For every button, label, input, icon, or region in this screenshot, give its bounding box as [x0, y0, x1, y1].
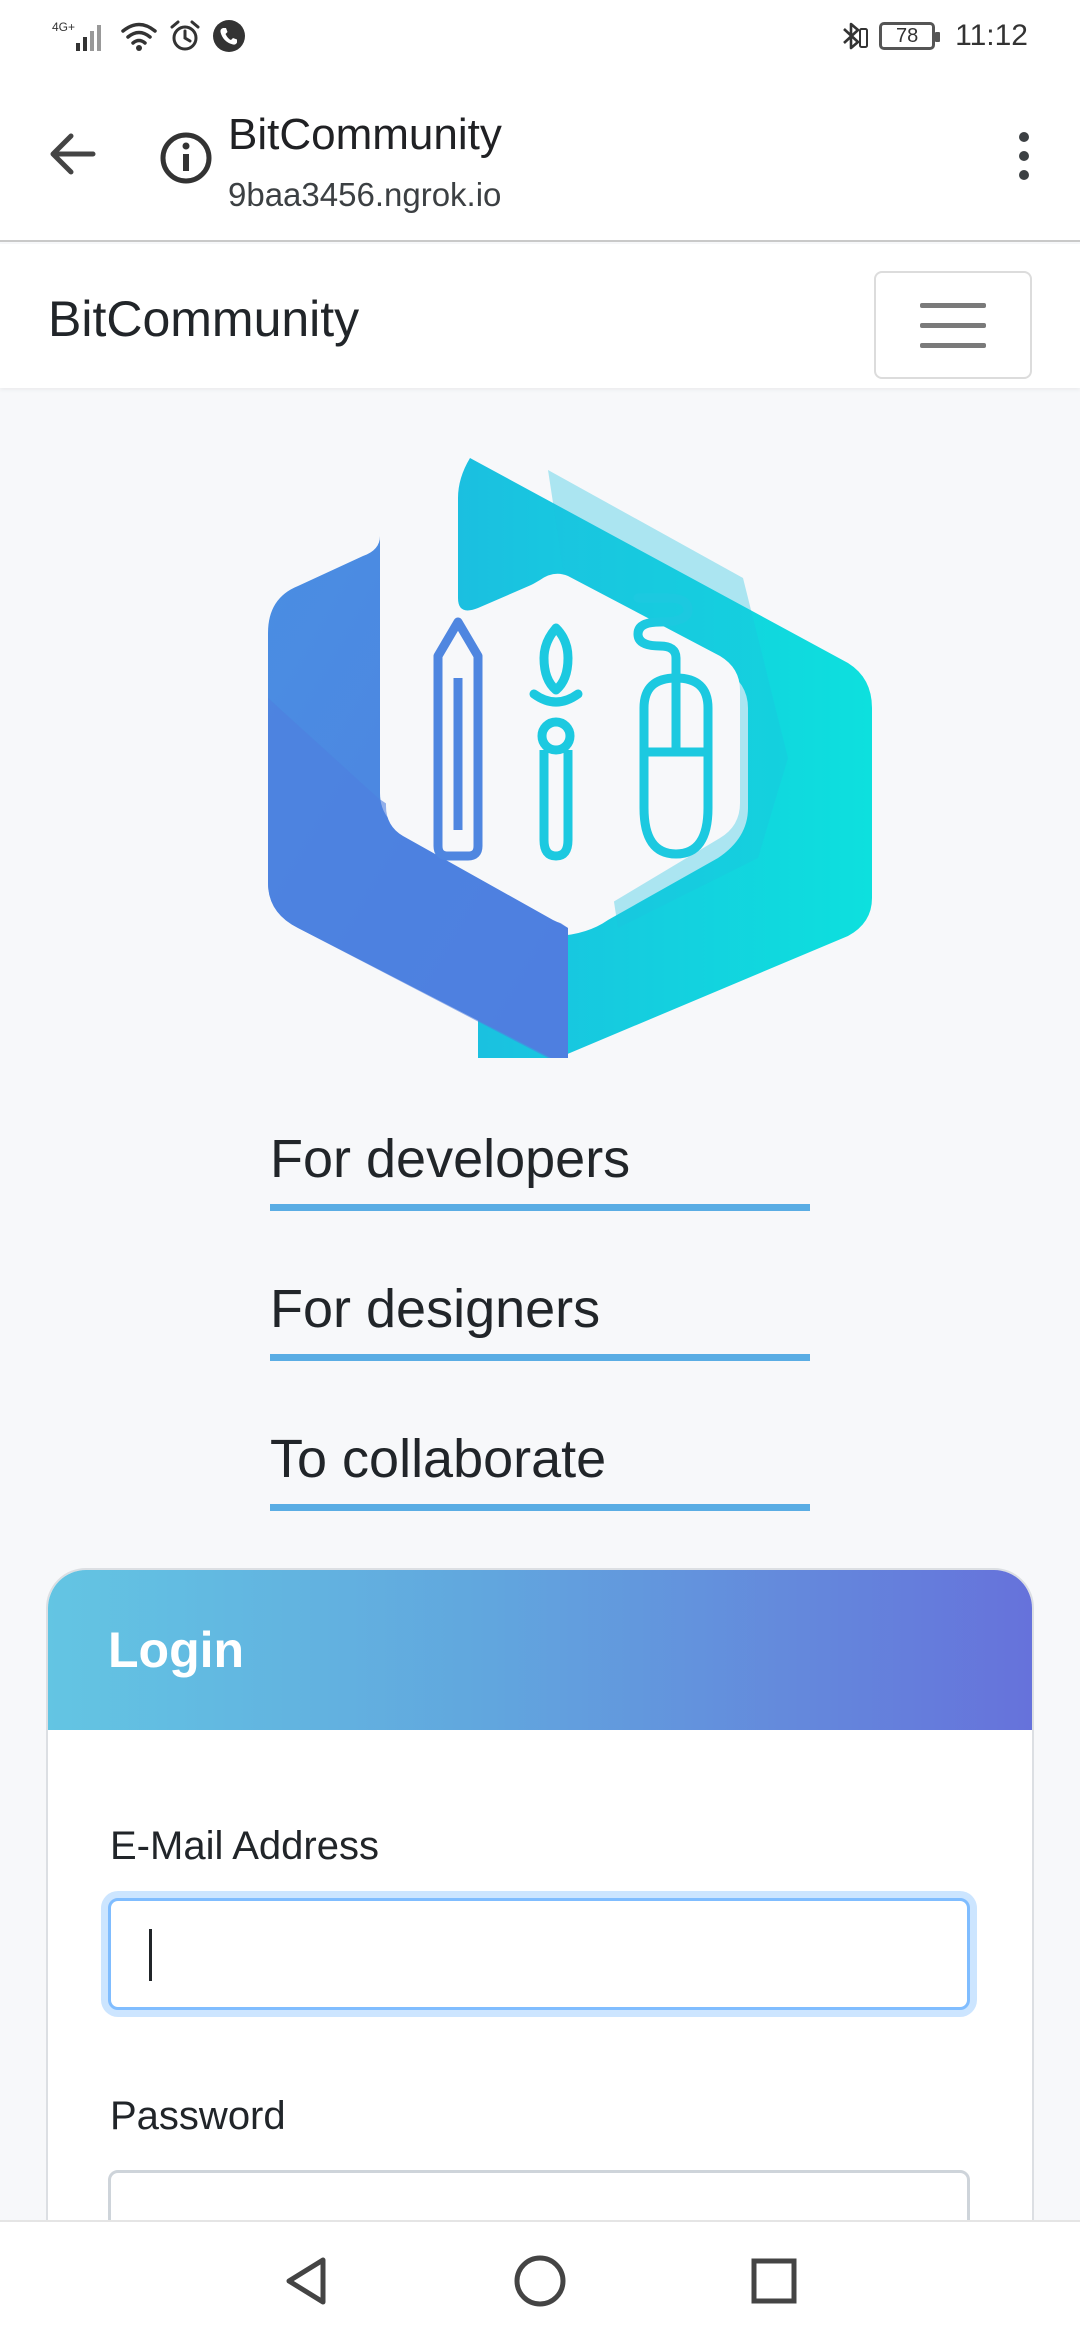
- email-label: E-Mail Address: [110, 1824, 379, 1868]
- tagline-developers: For developers: [270, 1128, 810, 1211]
- browser-toolbar: BitCommunity 9baa3456.ngrok.io: [0, 72, 1080, 242]
- wifi-icon: [120, 20, 158, 52]
- tagline-collaborate: To collaborate: [270, 1428, 810, 1511]
- status-time: 11:12: [955, 19, 1028, 52]
- phone-icon: [212, 19, 246, 53]
- url-text[interactable]: 9baa3456.ngrok.io: [228, 176, 501, 214]
- bitcommunity-logo: [268, 458, 872, 1060]
- alarm-icon: [168, 19, 202, 53]
- login-card-header: Login: [48, 1570, 1032, 1730]
- system-nav-bar: [0, 2220, 1080, 2340]
- status-right: 78 11:12: [835, 19, 1028, 53]
- nav-recents-icon[interactable]: [742, 2249, 806, 2313]
- nav-back-icon[interactable]: [274, 2249, 338, 2313]
- login-title: Login: [108, 1622, 245, 1678]
- signal-icon: 4G+: [52, 19, 110, 53]
- hamburger-icon[interactable]: [874, 271, 1032, 379]
- email-field[interactable]: [108, 1898, 970, 2010]
- tagline-designers: For designers: [270, 1278, 810, 1361]
- text-caret: [149, 1929, 152, 1981]
- site-navbar: BitCommunity: [0, 244, 1080, 388]
- back-button[interactable]: [40, 122, 104, 186]
- more-vert-icon[interactable]: [992, 124, 1056, 188]
- password-label: Password: [110, 2094, 286, 2138]
- page-title[interactable]: BitCommunity: [228, 110, 502, 160]
- info-icon[interactable]: [158, 130, 214, 186]
- status-left: 4G+: [52, 19, 246, 53]
- svg-text:4G+: 4G+: [52, 20, 75, 34]
- status-bar: 4G+ 78 11:12: [0, 0, 1080, 72]
- navbar-brand[interactable]: BitCommunity: [48, 290, 359, 348]
- battery-level: 78: [896, 24, 919, 47]
- bluetooth-icon: [835, 19, 869, 53]
- nav-home-icon[interactable]: [508, 2249, 572, 2313]
- back-arrow-icon: [50, 133, 96, 175]
- battery-icon: 78: [879, 22, 941, 50]
